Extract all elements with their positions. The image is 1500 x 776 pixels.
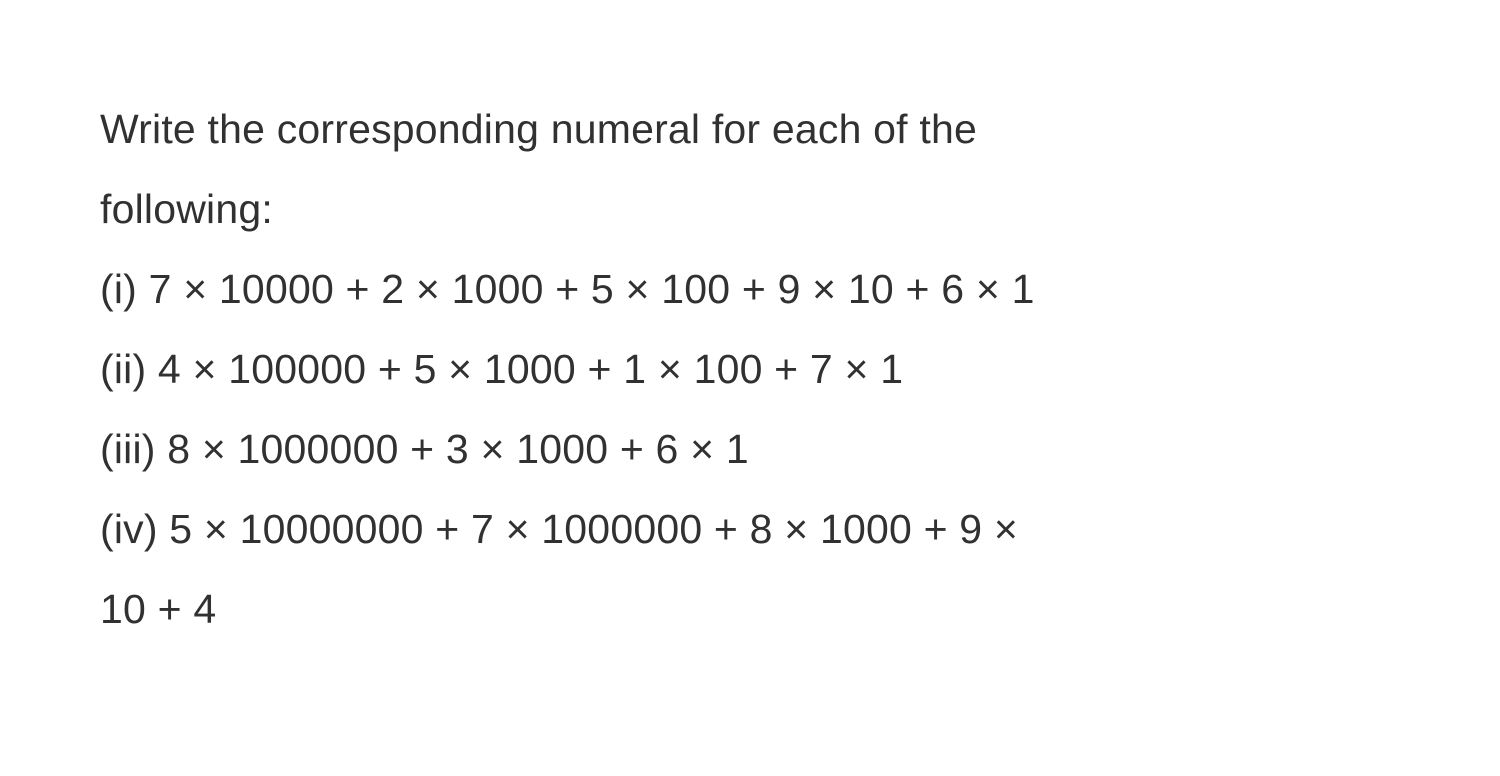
item-2: (ii) 4 × 100000 + 5 × 1000 + 1 × 100 + 7… <box>100 330 1400 410</box>
question-block: Write the corresponding numeral for each… <box>0 0 1500 650</box>
item-4-line-1: (iv) 5 × 10000000 + 7 × 1000000 + 8 × 10… <box>100 490 1400 570</box>
heading-line-1: Write the corresponding numeral for each… <box>100 90 1400 170</box>
item-4-line-2: 10 + 4 <box>100 570 1400 650</box>
item-3: (iii) 8 × 1000000 + 3 × 1000 + 6 × 1 <box>100 410 1400 490</box>
heading-line-2: following: <box>100 170 1400 250</box>
item-1: (i) 7 × 10000 + 2 × 1000 + 5 × 100 + 9 ×… <box>100 250 1400 330</box>
